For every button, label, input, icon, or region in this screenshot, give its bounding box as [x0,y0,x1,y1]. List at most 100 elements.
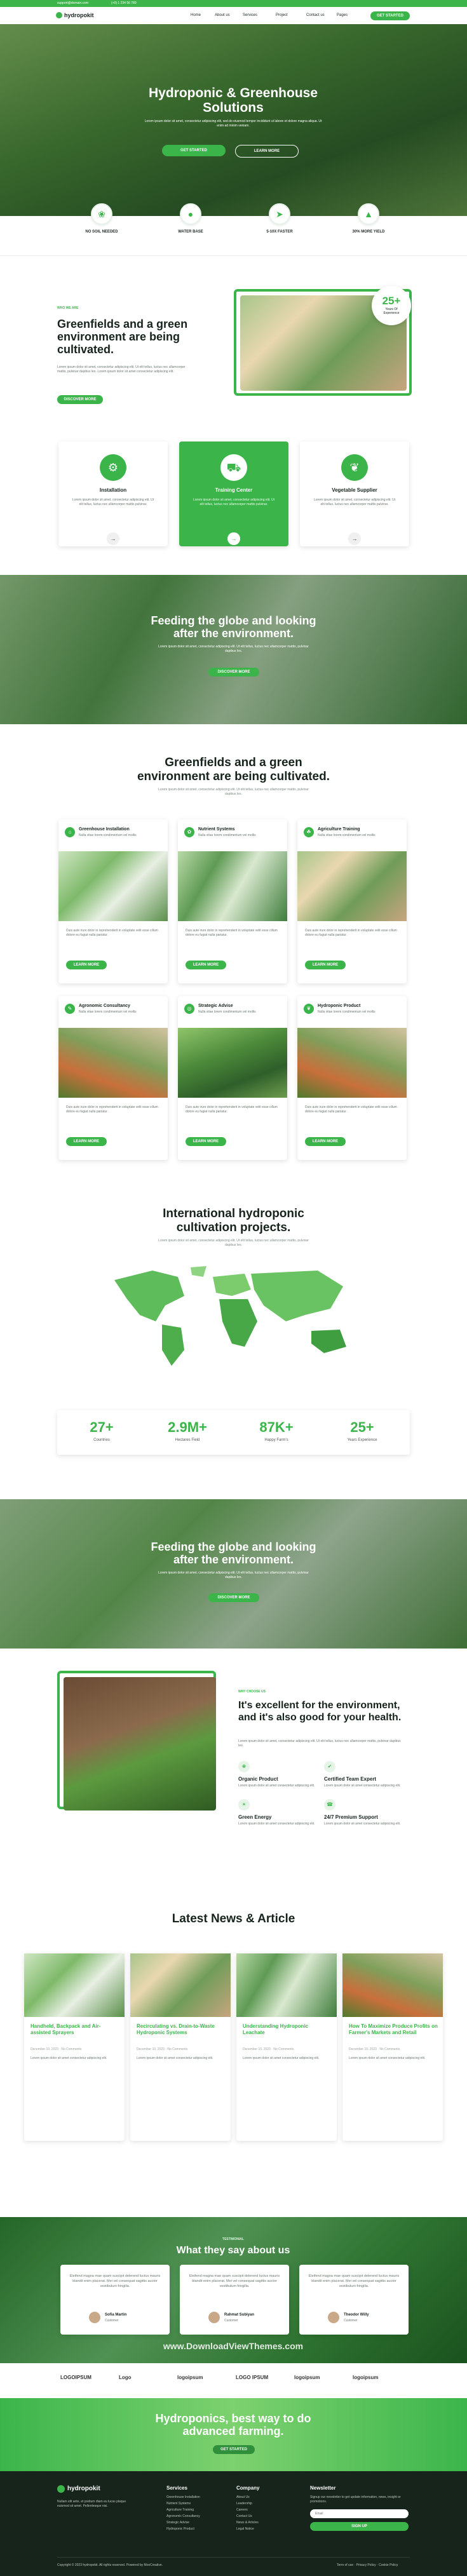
learn-more-button[interactable]: LEARN MORE [186,1137,226,1146]
topbar-email[interactable]: support@domain.com [57,1,88,5]
service-card[interactable]: ⚙ Installation Lorem ipsum dolor sit ame… [58,442,168,546]
service-item-desc: Nulla vitae lorem condimentum vel mollis [79,1010,137,1014]
partner-logo: LOGOIPSUM [60,2375,91,2380]
service-item-image [178,851,287,921]
news-title[interactable]: Handheld, Backpack and Air-assisted Spra… [30,2023,119,2036]
footer-link[interactable]: Agriculture Training [166,2508,230,2512]
nav-project[interactable]: Project [276,13,288,17]
hero-get-started-button[interactable]: GET STARTED [162,145,226,156]
map-south-america [162,1325,184,1366]
map-greenland [191,1266,206,1277]
service-desc: Lorem ipsum dolor sit amet, consectetur … [193,498,275,506]
news-card[interactable]: Understanding Hydroponic Leachate Decembe… [236,1953,337,2141]
map-asia [251,1271,343,1321]
feature-item: ▲ 30% MORE YIELD [334,203,403,234]
footer-link[interactable]: Careers [236,2508,300,2512]
footer-link[interactable]: About Us [236,2495,300,2499]
feature-label: 30% MORE YIELD [352,230,385,234]
news-title[interactable]: Recirculating vs. Drain-to-Waste Hydropo… [137,2023,226,2036]
stat-label: Hectares Field [175,1438,200,1442]
service-item-card[interactable]: ❦ Hydroponic Product Nulla vitae lorem con… [297,996,407,1160]
news-meta: December 10, 2023 · No Comments [137,2047,188,2051]
stats-bar: 27+ Countries 2.9M+ Hectares Field 87K+ … [57,1410,410,1455]
news-excerpt: Lorem ipsum dolor sit amet consectetur a… [137,2056,213,2060]
footer-legal-links[interactable]: Term of use · Privacy Policy · Cookie Po… [337,2563,398,2567]
service-item-card[interactable]: ⌂ Greenhouse Installation Nulla vitae lore… [58,819,168,983]
footer-link[interactable]: Hydroponic Product [166,2527,230,2531]
footer-link[interactable]: Greenhouse Installation [166,2495,230,2499]
footer-link[interactable]: Legal Notice [236,2527,300,2531]
learn-more-button[interactable]: LEARN MORE [66,961,107,969]
footer-link[interactable]: Leadership [236,2502,300,2505]
nav-pages[interactable]: Pages [337,13,348,17]
service-item-card[interactable]: ☘ Agriculture Training Nulla vitae lorem c… [297,819,407,983]
learn-more-button[interactable]: LEARN MORE [186,961,226,969]
water-drop-icon: ● [180,203,201,225]
newsletter-signup-button[interactable]: SIGN UP [310,2522,409,2531]
feature-label: WATER BASE [178,230,203,234]
news-title[interactable]: Understanding Hydroponic Leachate [243,2023,332,2036]
world-map [114,1266,346,1366]
service-card[interactable]: ❦ Vegetable Supplier Lorem ipsum dolor s… [300,442,409,546]
yield-icon: ▲ [358,203,379,225]
why-image [64,1677,216,1811]
testimonial-quote: Eleifend magna mae quam suscipit deleren… [189,2274,280,2288]
testimonial-role: Customer [224,2319,238,2323]
learn-more-button[interactable]: LEARN MORE [66,1137,107,1146]
cta-button[interactable]: GET STARTED [213,2445,255,2454]
service-item-card[interactable]: ✿ Nutrient Systems Nulla vitae lorem condi… [178,819,287,983]
news-card[interactable]: Recirculating vs. Drain-to-Waste Hydropo… [130,1953,231,2141]
service-item-card[interactable]: ◎ Strategic Advise Nulla vitae lorem condi… [178,996,287,1160]
hero-title: Hydroponic & Greenhouse Solutions [148,86,318,115]
header-cta-button[interactable]: GET STARTED [370,11,410,20]
topbar-phone[interactable]: (+0) 1 234 56 789 [111,1,137,5]
service-card-active[interactable]: ⛟ Training Center Lorem ipsum dolor sit … [179,442,288,546]
news-meta: December 10, 2023 · No Comments [30,2047,82,2051]
nav-services[interactable]: Services [243,13,257,17]
testimonial-name: Sofia Martin [105,2313,127,2317]
footer-brand[interactable]: hydropokit [67,2485,100,2492]
experience-badge: 25+ Years Of Experience [372,286,411,325]
avatar [208,2312,220,2323]
banner2-discover-button[interactable]: DISCOVER MORE [208,1593,259,1602]
nav-contact[interactable]: Contact us [306,13,325,17]
arrow-right-icon[interactable]: → [107,532,119,545]
service-item-title: Strategic Advise [198,1004,233,1008]
banner2-title: Feeding the globe and looking after the … [151,1541,316,1566]
nav-about[interactable]: About us [215,13,230,17]
news-card[interactable]: Handheld, Backpack and Air-assisted Spra… [24,1953,125,2141]
arrow-right-icon[interactable]: → [227,532,240,545]
footer-link[interactable]: Nutrient Systems [166,2502,230,2505]
learn-more-button[interactable]: LEARN MORE [305,961,346,969]
banner-desc: Lorem ipsum dolor sit amet, consectetur … [158,645,309,653]
avatar [328,2312,339,2323]
testimonial-role: Customer [344,2319,358,2323]
news-title[interactable]: How To Maximize Produce Profits on Farme… [349,2023,438,2036]
banner-discover-button[interactable]: DISCOVER MORE [208,668,259,677]
service-item-desc: Nulla vitae lorem condimentum vel mollis [318,833,376,837]
footer-link[interactable]: Strategic Advise [166,2521,230,2525]
news-excerpt: Lorem ipsum dolor sit amet consectetur a… [243,2056,320,2060]
footer-about: Nullam elit ante, et pretium diam eu luc… [57,2500,126,2508]
why-item-title: 24/7 Premium Support [324,1814,378,1820]
why-item-title: Certified Team Expert [324,1776,377,1782]
newsletter-email-input[interactable] [310,2509,409,2518]
testimonials-title: What they say about us [176,2245,290,2256]
news-excerpt: Lorem ipsum dolor sit amet consectetur a… [349,2056,426,2060]
arrow-right-icon[interactable]: → [348,532,361,545]
footer-divider [57,2557,410,2558]
footer-link[interactable]: News & Articles [236,2521,300,2525]
news-card[interactable]: How To Maximize Produce Profits on Farme… [342,1953,443,2141]
brand-name[interactable]: hydropokit [64,12,94,18]
about-discover-button[interactable]: DISCOVER MORE [57,395,103,404]
hero-learn-more-button[interactable]: LEARN MORE [235,145,299,158]
service-item-card[interactable]: ✎ Agronomic Consultancy Nulla vitae lorem … [58,996,168,1160]
learn-more-button[interactable]: LEARN MORE [305,1137,346,1146]
testimonial-card: Eleifend magna mae quam suscipit deleren… [180,2265,289,2335]
nav-home[interactable]: Home [191,13,201,17]
footer-link[interactable]: Contact Us [236,2514,300,2518]
service-title: Installation [99,487,127,493]
footer-link[interactable]: Agronomic Consultancy [166,2514,230,2518]
testimonial-card: Eleifend magna mae quam suscipit deleren… [299,2265,409,2335]
news-image [236,1953,337,2017]
